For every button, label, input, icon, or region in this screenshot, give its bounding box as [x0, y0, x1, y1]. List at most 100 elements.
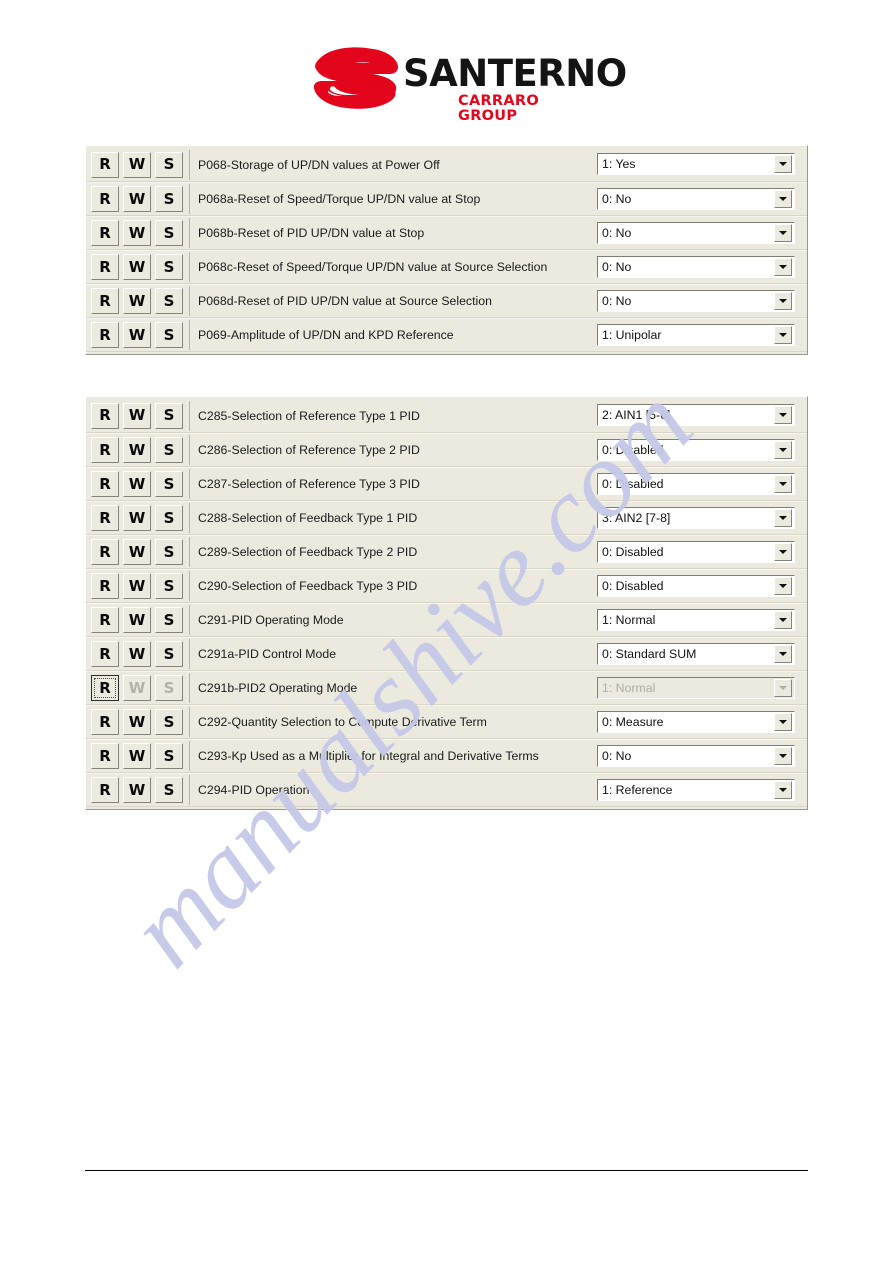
chevron-down-icon[interactable] [774, 326, 792, 344]
chevron-down-icon[interactable] [774, 509, 792, 527]
write-button[interactable]: W [123, 402, 151, 429]
parameter-row: R W S C285-Selection of Reference Type 1 PI… [86, 399, 807, 433]
read-button[interactable]: R [91, 743, 119, 769]
read-button[interactable]: R [91, 675, 119, 701]
write-button[interactable]: W [123, 607, 151, 633]
write-button[interactable]: W [123, 743, 151, 769]
parameter-value-dropdown[interactable]: 1: Reference [597, 779, 795, 801]
parameter-value-dropdown[interactable]: 2: AIN1 [5-6] [597, 404, 795, 426]
save-button[interactable]: S [155, 220, 183, 246]
read-button[interactable]: R [91, 288, 119, 314]
parameter-value-dropdown[interactable]: 0: No [597, 188, 795, 210]
chevron-down-icon[interactable] [774, 645, 792, 663]
chevron-down-icon[interactable] [774, 441, 792, 459]
save-button[interactable]: S [155, 539, 183, 565]
read-button[interactable]: R [91, 322, 119, 348]
write-button[interactable]: W [123, 186, 151, 212]
read-button[interactable]: R [91, 607, 119, 633]
save-button[interactable]: S [155, 641, 183, 667]
save-button[interactable]: S [155, 777, 183, 803]
save-button[interactable]: S [155, 505, 183, 531]
parameter-value-dropdown[interactable]: 3: AIN2 [7-8] [597, 507, 795, 529]
save-button[interactable]: S [155, 437, 183, 463]
write-button[interactable]: W [123, 322, 151, 348]
dropdown-selected-value: 0: Disabled [602, 579, 664, 593]
write-button[interactable]: W [123, 471, 151, 497]
save-button[interactable]: S [155, 254, 183, 280]
write-button[interactable]: W [123, 777, 151, 803]
write-button[interactable]: W [123, 641, 151, 667]
write-button[interactable]: W [123, 151, 151, 178]
parameter-value-dropdown[interactable]: 0: No [597, 222, 795, 244]
save-button[interactable]: S [155, 288, 183, 314]
parameter-value-dropdown[interactable]: 0: No [597, 745, 795, 767]
read-button[interactable]: R [91, 777, 119, 803]
chevron-down-icon[interactable] [774, 475, 792, 493]
dropdown-selected-value: 1: Unipolar [602, 328, 662, 342]
read-button[interactable]: R [91, 220, 119, 246]
write-button[interactable]: W [123, 254, 151, 280]
parameter-value-dropdown[interactable]: 0: Disabled [597, 439, 795, 461]
dropdown-selected-value: 1: Normal [602, 613, 656, 627]
parameter-value-dropdown[interactable]: 1: Normal [597, 609, 795, 631]
parameter-value-dropdown[interactable]: 1: Yes [597, 153, 795, 175]
save-button[interactable]: S [155, 186, 183, 212]
row-action-buttons: RWS [86, 777, 187, 803]
write-button[interactable]: W [123, 505, 151, 531]
read-button[interactable]: R [91, 641, 119, 667]
read-button[interactable]: R [91, 254, 119, 280]
chevron-down-icon[interactable] [774, 781, 792, 799]
save-button[interactable]: S [155, 322, 183, 348]
read-button[interactable]: R [91, 437, 119, 463]
write-button[interactable]: W [123, 437, 151, 463]
save-button[interactable]: S [155, 471, 183, 497]
chevron-down-icon[interactable] [774, 406, 792, 424]
dropdown-selected-value: 2: AIN1 [5-6] [602, 408, 671, 422]
write-button[interactable]: W [123, 539, 151, 565]
row-action-buttons: RWS [86, 220, 187, 246]
chevron-down-icon[interactable] [774, 543, 792, 561]
write-button[interactable]: W [123, 709, 151, 735]
save-button[interactable]: S [155, 743, 183, 769]
save-button[interactable]: S [155, 607, 183, 633]
chevron-down-icon[interactable] [774, 577, 792, 595]
parameter-value-dropdown[interactable]: 0: Standard SUM [597, 643, 795, 665]
save-button[interactable]: S [155, 573, 183, 599]
chevron-down-icon[interactable] [774, 258, 792, 276]
read-button[interactable]: R [91, 709, 119, 735]
read-button[interactable]: R [91, 505, 119, 531]
save-button[interactable]: S [155, 151, 183, 178]
save-button[interactable]: S [155, 709, 183, 735]
chevron-down-icon[interactable] [774, 155, 792, 173]
column-divider [189, 741, 190, 771]
write-button[interactable]: W [123, 573, 151, 599]
read-button[interactable]: R [91, 539, 119, 565]
save-button[interactable]: S [155, 402, 183, 429]
chevron-down-icon[interactable] [774, 611, 792, 629]
parameter-row: R W S C291a-PID Control Mode 0: Standard SUM [86, 637, 807, 671]
write-button[interactable]: W [123, 220, 151, 246]
parameter-value-dropdown[interactable]: 0: Measure [597, 711, 795, 733]
read-button[interactable]: R [91, 402, 119, 429]
chevron-down-icon[interactable] [774, 190, 792, 208]
dropdown-selected-value: 0: Disabled [602, 443, 664, 457]
chevron-down-icon[interactable] [774, 747, 792, 765]
parameter-value-dropdown[interactable]: 0: No [597, 290, 795, 312]
parameter-value-dropdown[interactable]: 0: Disabled [597, 575, 795, 597]
dropdown-selected-value: 3: AIN2 [7-8] [602, 511, 671, 525]
read-button[interactable]: R [91, 186, 119, 212]
parameter-value-dropdown[interactable]: 0: Disabled [597, 473, 795, 495]
write-button[interactable]: W [123, 288, 151, 314]
read-button[interactable]: R [91, 471, 119, 497]
read-button[interactable]: R [91, 151, 119, 178]
chevron-down-icon[interactable] [774, 224, 792, 242]
read-button[interactable]: R [91, 573, 119, 599]
chevron-down-icon[interactable] [774, 713, 792, 731]
parameter-row: R W S C291b-PID2 Operating Mode 1: Normal [86, 671, 807, 705]
parameter-value-dropdown[interactable]: 0: Disabled [597, 541, 795, 563]
chevron-down-icon[interactable] [774, 292, 792, 310]
column-divider [189, 605, 190, 635]
column-divider [189, 469, 190, 499]
parameter-value-dropdown[interactable]: 0: No [597, 256, 795, 278]
parameter-value-dropdown[interactable]: 1: Unipolar [597, 324, 795, 346]
